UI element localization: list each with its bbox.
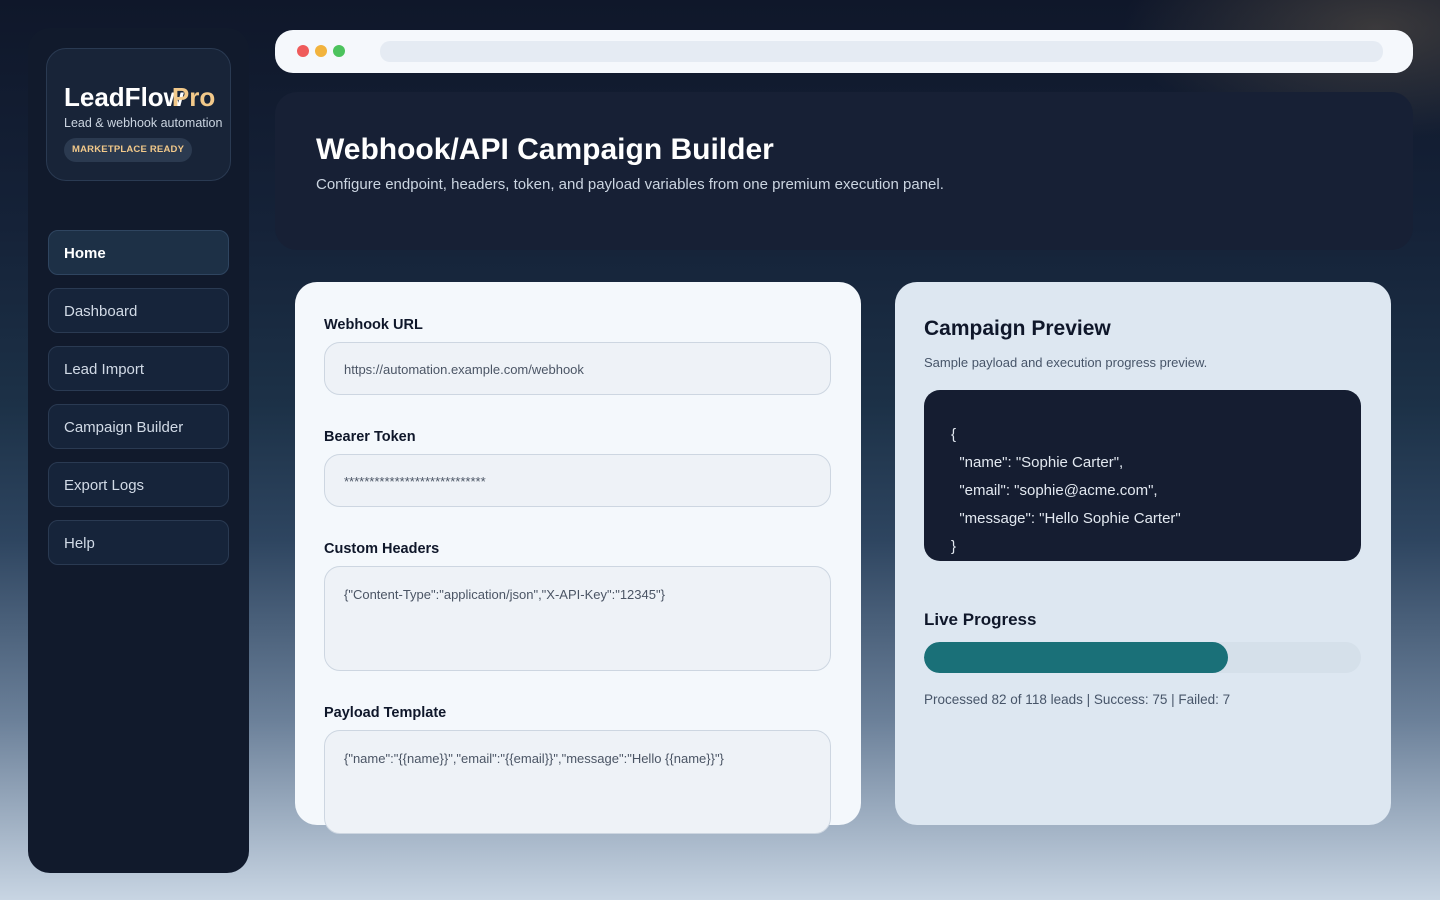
code-line: "name": "Sophie Carter", bbox=[951, 454, 1124, 471]
nav-item-dashboard[interactable]: Dashboard bbox=[48, 288, 229, 333]
payload-template-textarea[interactable]: {"name":"{{name}}","email":"{{email}}","… bbox=[324, 730, 831, 834]
webhook-url-input[interactable]: https://automation.example.com/webhook bbox=[324, 342, 831, 395]
progress-bar bbox=[924, 642, 1361, 673]
brand-accent: Pro bbox=[171, 82, 216, 112]
preview-title: Campaign Preview bbox=[924, 317, 1111, 340]
progress-status-text: Processed 82 of 118 leads | Success: 75 … bbox=[924, 692, 1231, 707]
nav-item-export-logs[interactable]: Export Logs bbox=[48, 462, 229, 507]
bearer-token-label: Bearer Token bbox=[324, 429, 416, 445]
nav-item-home[interactable]: Home bbox=[48, 230, 229, 275]
campaign-preview-card: Campaign Preview Sample payload and exec… bbox=[895, 282, 1391, 825]
brand-tagline: Lead & webhook automation bbox=[64, 116, 223, 130]
payload-template-label: Payload Template bbox=[324, 705, 447, 721]
nav-item-campaign-builder[interactable]: Campaign Builder bbox=[48, 404, 229, 449]
webhook-url-label: Webhook URL bbox=[324, 317, 423, 333]
nav-item-help[interactable]: Help bbox=[48, 520, 229, 565]
maximize-dot-icon[interactable] bbox=[333, 45, 345, 57]
campaign-form-card: Webhook URL https://automation.example.c… bbox=[295, 282, 861, 834]
payload-preview-code: { "name": "Sophie Carter", "email": "sop… bbox=[924, 390, 1361, 561]
brand-logo: LeadFlowPro bbox=[64, 82, 215, 113]
sidebar: LeadFlowPro Lead & webhook automation MA… bbox=[28, 28, 249, 873]
custom-headers-textarea[interactable]: {"Content-Type":"application/json","X-AP… bbox=[324, 566, 831, 671]
close-dot-icon[interactable] bbox=[297, 45, 309, 57]
code-line: "email": "sophie@acme.com", bbox=[951, 482, 1158, 499]
browser-bar bbox=[275, 30, 1413, 73]
brand-card: LeadFlowPro Lead & webhook automation MA… bbox=[46, 48, 231, 181]
brand-name: LeadFlow bbox=[64, 82, 184, 112]
bearer-token-input[interactable]: **************************** bbox=[324, 454, 831, 507]
minimize-dot-icon[interactable] bbox=[315, 45, 327, 57]
address-bar[interactable] bbox=[380, 41, 1383, 62]
marketplace-badge: MARKETPLACE READY bbox=[64, 138, 193, 162]
live-progress-title: Live Progress bbox=[924, 610, 1037, 629]
page-header: Webhook/API Campaign Builder Configure e… bbox=[275, 92, 1413, 250]
code-line: "message": "Hello Sophie Carter" bbox=[951, 510, 1181, 527]
custom-headers-label: Custom Headers bbox=[324, 541, 440, 557]
code-line: { bbox=[951, 426, 957, 443]
progress-bar-fill bbox=[924, 642, 1228, 673]
page-title: Webhook/API Campaign Builder bbox=[316, 133, 774, 166]
page-subtitle: Configure endpoint, headers, token, and … bbox=[316, 176, 944, 193]
code-line: } bbox=[951, 538, 957, 555]
preview-subtitle: Sample payload and execution progress pr… bbox=[924, 355, 1208, 370]
nav-item-lead-import[interactable]: Lead Import bbox=[48, 346, 229, 391]
